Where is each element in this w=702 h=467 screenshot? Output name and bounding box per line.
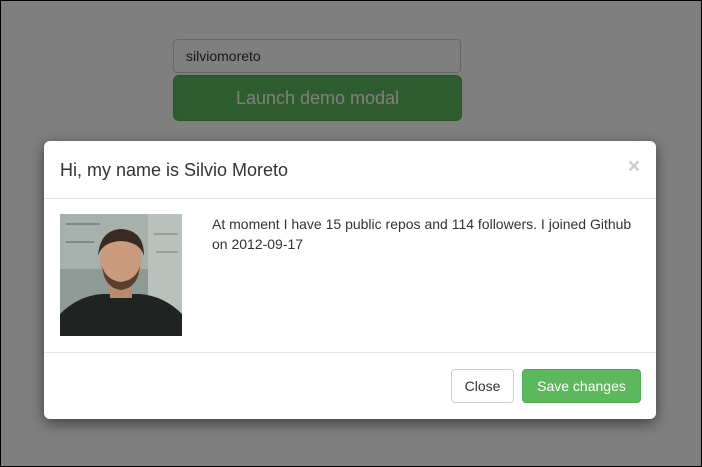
save-changes-button[interactable]: Save changes: [522, 369, 641, 403]
avatar-photo: [60, 214, 182, 336]
browser-viewport: Launch demo modal Hi, my name is Silvio …: [0, 0, 702, 467]
avatar: [60, 214, 182, 336]
modal-header: Hi, my name is Silvio Moreto ×: [44, 141, 656, 199]
close-icon[interactable]: ×: [628, 156, 640, 177]
close-button[interactable]: Close: [451, 369, 514, 403]
profile-modal: Hi, my name is Silvio Moreto × At moment…: [44, 141, 656, 419]
modal-footer: Close Save changes: [44, 352, 656, 419]
profile-description: At moment I have 15 public repos and 114…: [212, 216, 632, 252]
modal-title: Hi, my name is Silvio Moreto: [60, 160, 289, 180]
